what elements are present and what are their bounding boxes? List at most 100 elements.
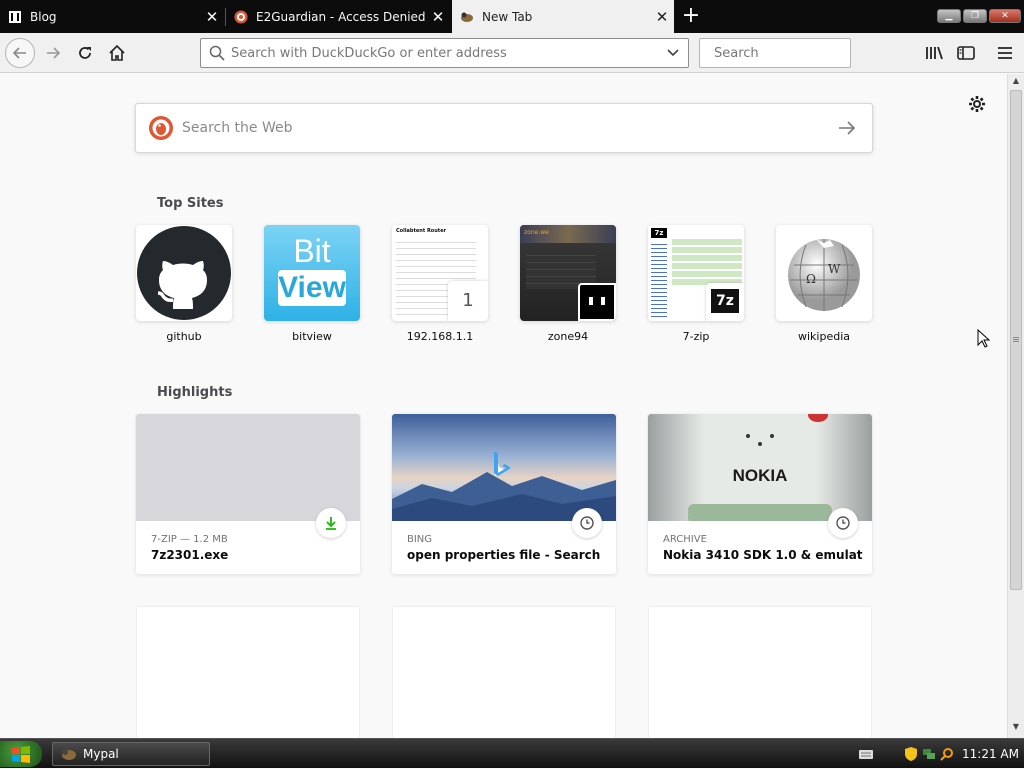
e2guardian-favicon-icon bbox=[234, 10, 248, 24]
tab-title: New Tab bbox=[482, 9, 533, 24]
mypal-favicon-icon bbox=[460, 10, 474, 24]
hamburger-menu-icon bbox=[998, 47, 1012, 59]
empty-highlight-placeholder bbox=[136, 606, 360, 738]
highlight-thumbnail bbox=[136, 414, 360, 521]
forward-button[interactable] bbox=[39, 39, 67, 67]
top-site-7zip[interactable]: 7z 7z 7-zip bbox=[648, 225, 744, 343]
bitview-logo-line2: View bbox=[278, 270, 346, 306]
tab-strip: Blog ✕ E2Guardian - Access Denied ✕ New … bbox=[0, 0, 1024, 33]
top-site-label: zone94 bbox=[547, 330, 589, 343]
close-tab-icon[interactable]: ✕ bbox=[650, 8, 674, 26]
navigation-toolbar bbox=[0, 33, 1024, 73]
new-tab-plus-icon[interactable]: + bbox=[678, 4, 704, 30]
tab-title: E2Guardian - Access Denied bbox=[256, 10, 426, 24]
highlight-title: Nokia 3410 SDK 1.0 & emulator ... bbox=[663, 548, 863, 562]
nokia-thumb-screen bbox=[688, 504, 832, 521]
highlight-context: BING bbox=[407, 534, 433, 545]
sidebar-button[interactable] bbox=[952, 39, 980, 67]
chevron-down-icon[interactable] bbox=[666, 46, 680, 60]
search-tray-icon[interactable] bbox=[940, 747, 954, 761]
search-bar[interactable] bbox=[699, 38, 884, 68]
mouse-cursor-icon bbox=[977, 329, 991, 348]
web-search-placeholder: Search the Web bbox=[182, 120, 293, 136]
download-icon bbox=[326, 517, 336, 530]
tab-blog[interactable]: Blog ✕ bbox=[0, 1, 224, 33]
7zip-thumb-sidebar bbox=[651, 241, 667, 317]
network-icon[interactable] bbox=[922, 747, 936, 761]
mypal-app-icon bbox=[62, 749, 76, 760]
highlights-heading: Highlights bbox=[157, 385, 233, 400]
blog-favicon-icon bbox=[8, 10, 22, 24]
menu-button[interactable] bbox=[991, 39, 1019, 67]
back-button[interactable] bbox=[5, 38, 35, 68]
vertical-scrollbar[interactable]: ▲ ▼ bbox=[1007, 74, 1024, 738]
library-icon bbox=[926, 46, 943, 60]
top-site-label: bitview bbox=[292, 330, 332, 343]
home-button[interactable] bbox=[103, 39, 131, 67]
tab-e2guardian[interactable]: E2Guardian - Access Denied ✕ bbox=[226, 1, 450, 33]
top-site-bitview[interactable]: Bit View bitview bbox=[264, 225, 360, 343]
taskbar-item-mypal[interactable]: Mypal bbox=[52, 742, 210, 766]
top-site-tile: Ω W bbox=[776, 225, 872, 321]
download-badge bbox=[316, 508, 346, 538]
scrollbar-thumb[interactable] bbox=[1010, 90, 1022, 590]
duckduckgo-logo-icon bbox=[149, 116, 173, 140]
zone94-corner-icon bbox=[578, 283, 616, 321]
tab-title: Blog bbox=[30, 10, 57, 24]
reload-button[interactable] bbox=[71, 39, 99, 67]
close-window-icon[interactable]: ✕ bbox=[989, 9, 1021, 23]
back-arrow-icon bbox=[12, 47, 26, 59]
router-corner-number: 1 bbox=[448, 281, 488, 321]
top-site-wikipedia[interactable]: Ω W wikipedia bbox=[776, 225, 872, 343]
top-site-tile: Bit View bbox=[264, 225, 360, 321]
scroll-up-icon[interactable]: ▲ bbox=[1010, 76, 1022, 88]
highlight-card-bing[interactable]: BING open properties file - Search bbox=[392, 414, 616, 574]
minimize-icon[interactable]: ▁ bbox=[937, 9, 961, 23]
taskbar-item-label: Mypal bbox=[83, 747, 119, 761]
7zip-corner-icon: 7z bbox=[706, 283, 744, 321]
keyboard-icon[interactable] bbox=[858, 747, 874, 761]
zone94-thumb-title: zone.we bbox=[524, 229, 549, 236]
tab-new-tab[interactable]: New Tab ✕ bbox=[452, 0, 674, 33]
top-site-tile: 7z 7z bbox=[648, 225, 744, 321]
security-shield-icon[interactable] bbox=[904, 746, 918, 762]
github-logo-icon bbox=[137, 226, 231, 320]
highlight-thumbnail: NOKIA bbox=[648, 414, 872, 521]
highlight-card-7zip[interactable]: 7-ZIP — 1.2 MB 7z2301.exe bbox=[136, 414, 360, 574]
top-site-zone94[interactable]: zone.we zone94 bbox=[520, 225, 616, 343]
clock[interactable]: 11:21 AM bbox=[962, 747, 1019, 761]
7zip-thumb-small-logo: 7z bbox=[651, 228, 667, 238]
scrollbar-grip-icon bbox=[1013, 337, 1019, 343]
library-button[interactable] bbox=[920, 39, 948, 67]
top-site-github[interactable]: github bbox=[136, 225, 232, 343]
top-site-router[interactable]: Collabtent Router 1 192.168.1.1 bbox=[392, 225, 488, 343]
reload-icon bbox=[79, 47, 91, 59]
sidebar-icon bbox=[957, 46, 975, 60]
highlight-card-nokia[interactable]: NOKIA ARCHIVE Nokia 3410 SDK 1.0 & emula… bbox=[648, 414, 872, 574]
start-button[interactable] bbox=[0, 741, 42, 767]
url-bar[interactable] bbox=[200, 38, 689, 68]
nokia-thumb-red-dot bbox=[808, 414, 828, 422]
url-input[interactable] bbox=[231, 45, 666, 61]
arrow-right-icon[interactable] bbox=[838, 120, 856, 136]
wikipedia-globe-icon: Ω W bbox=[788, 239, 860, 311]
settings-gear-icon[interactable] bbox=[968, 95, 986, 113]
windows-taskbar: Mypal 11:21 AM bbox=[0, 738, 1024, 768]
system-tray: 11:21 AM bbox=[858, 739, 1019, 769]
history-badge bbox=[572, 508, 602, 538]
web-search-box[interactable]: Search the Web bbox=[135, 103, 873, 153]
svg-text:W: W bbox=[828, 262, 841, 276]
close-tab-icon[interactable]: ✕ bbox=[426, 8, 450, 26]
top-site-tile: Collabtent Router 1 bbox=[392, 225, 488, 321]
nokia-thumb-text: NOKIA bbox=[732, 466, 788, 485]
highlight-context: ARCHIVE bbox=[663, 534, 707, 545]
windows-logo-icon bbox=[12, 746, 30, 763]
new-tab-page: Search the Web Top Sites github Bit View… bbox=[0, 74, 1007, 738]
top-sites-heading: Top Sites bbox=[157, 196, 224, 211]
search-input[interactable] bbox=[714, 45, 884, 61]
scroll-down-icon[interactable]: ▼ bbox=[1010, 722, 1022, 734]
close-tab-icon[interactable]: ✕ bbox=[200, 8, 224, 26]
maximize-icon[interactable]: ❐ bbox=[963, 9, 987, 23]
empty-highlight-placeholder bbox=[648, 606, 872, 738]
top-site-label: 192.168.1.1 bbox=[406, 330, 474, 343]
